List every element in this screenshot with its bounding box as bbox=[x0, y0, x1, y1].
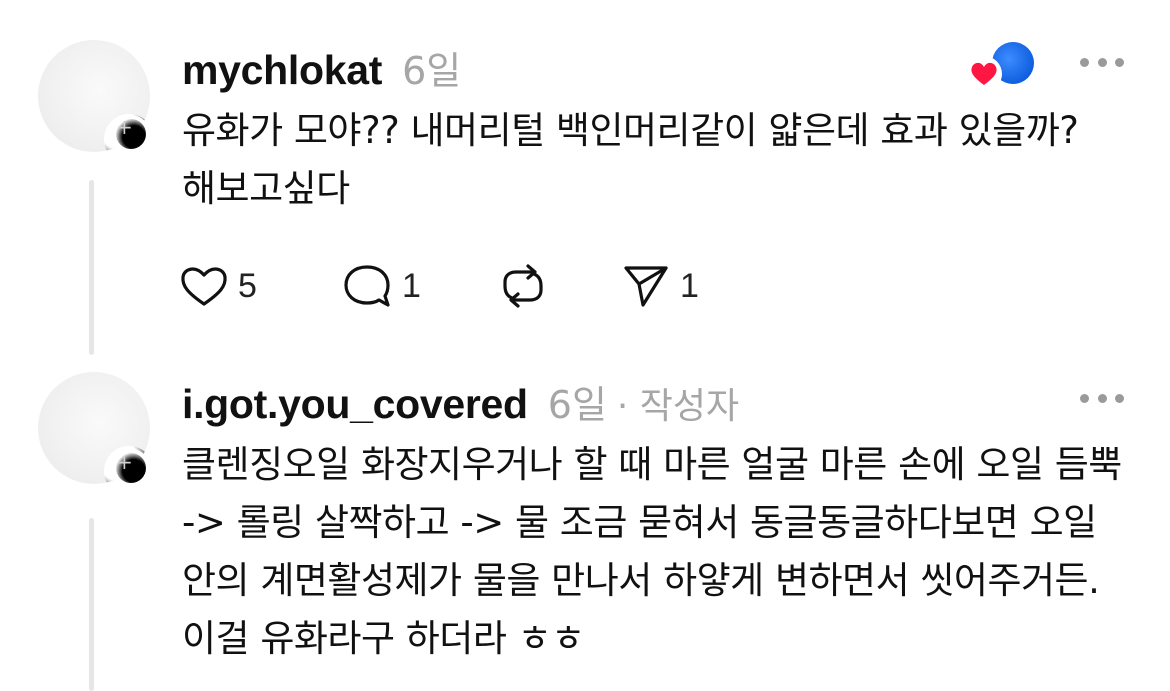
timestamp: 6일 bbox=[402, 49, 462, 93]
plus-icon[interactable]: + bbox=[116, 452, 133, 472]
thread-line bbox=[89, 518, 94, 691]
comment: + i.got.you_covered 6일 · 작성자 클렌징오일 화장지우거… bbox=[0, 360, 1170, 691]
plus-icon[interactable]: + bbox=[116, 117, 133, 137]
comment-text: 유화가 모야?? 내머리털 백인머리같이 얇은데 효과 있을까? 해보고싶다 bbox=[182, 109, 1079, 210]
username[interactable]: mychlokat bbox=[182, 47, 382, 94]
paper-plane-icon bbox=[624, 266, 668, 307]
comment: + mychlokat 6일 유화가 모야?? 내머리털 백인머리같이 얇은데 … bbox=[0, 0, 1170, 360]
reply-count: 1 bbox=[402, 266, 421, 305]
comment-text: 클렌징오일 화장지우거나 할 때 마른 얼굴 마른 손에 오일 듬뿍 -> 롤링… bbox=[182, 443, 1122, 660]
heart-icon bbox=[181, 267, 227, 306]
timestamp: 6일 bbox=[547, 383, 607, 427]
heart-icon bbox=[966, 56, 1002, 92]
share-count: 1 bbox=[680, 266, 699, 305]
thread-line bbox=[89, 180, 94, 355]
username[interactable]: i.got.you_covered bbox=[182, 381, 528, 428]
reply-button[interactable]: 1 bbox=[342, 258, 498, 314]
like-count: 5 bbox=[238, 266, 257, 305]
more-dots-icon[interactable] bbox=[1080, 56, 1124, 68]
more-dots-icon[interactable] bbox=[1080, 392, 1124, 404]
speech-bubble-icon bbox=[344, 265, 390, 307]
repost-button[interactable] bbox=[498, 258, 622, 314]
comment-header: mychlokat 6일 bbox=[182, 40, 461, 95]
action-bar: 5 1 1 bbox=[180, 258, 732, 314]
share-button[interactable]: 1 bbox=[622, 258, 732, 314]
author-tag: · 작성자 bbox=[616, 386, 740, 427]
comment-header: i.got.you_covered 6일 · 작성자 bbox=[182, 374, 739, 429]
author-reaction bbox=[966, 38, 1042, 92]
repost-arrows-icon bbox=[503, 264, 543, 308]
like-button[interactable]: 5 bbox=[180, 258, 342, 314]
